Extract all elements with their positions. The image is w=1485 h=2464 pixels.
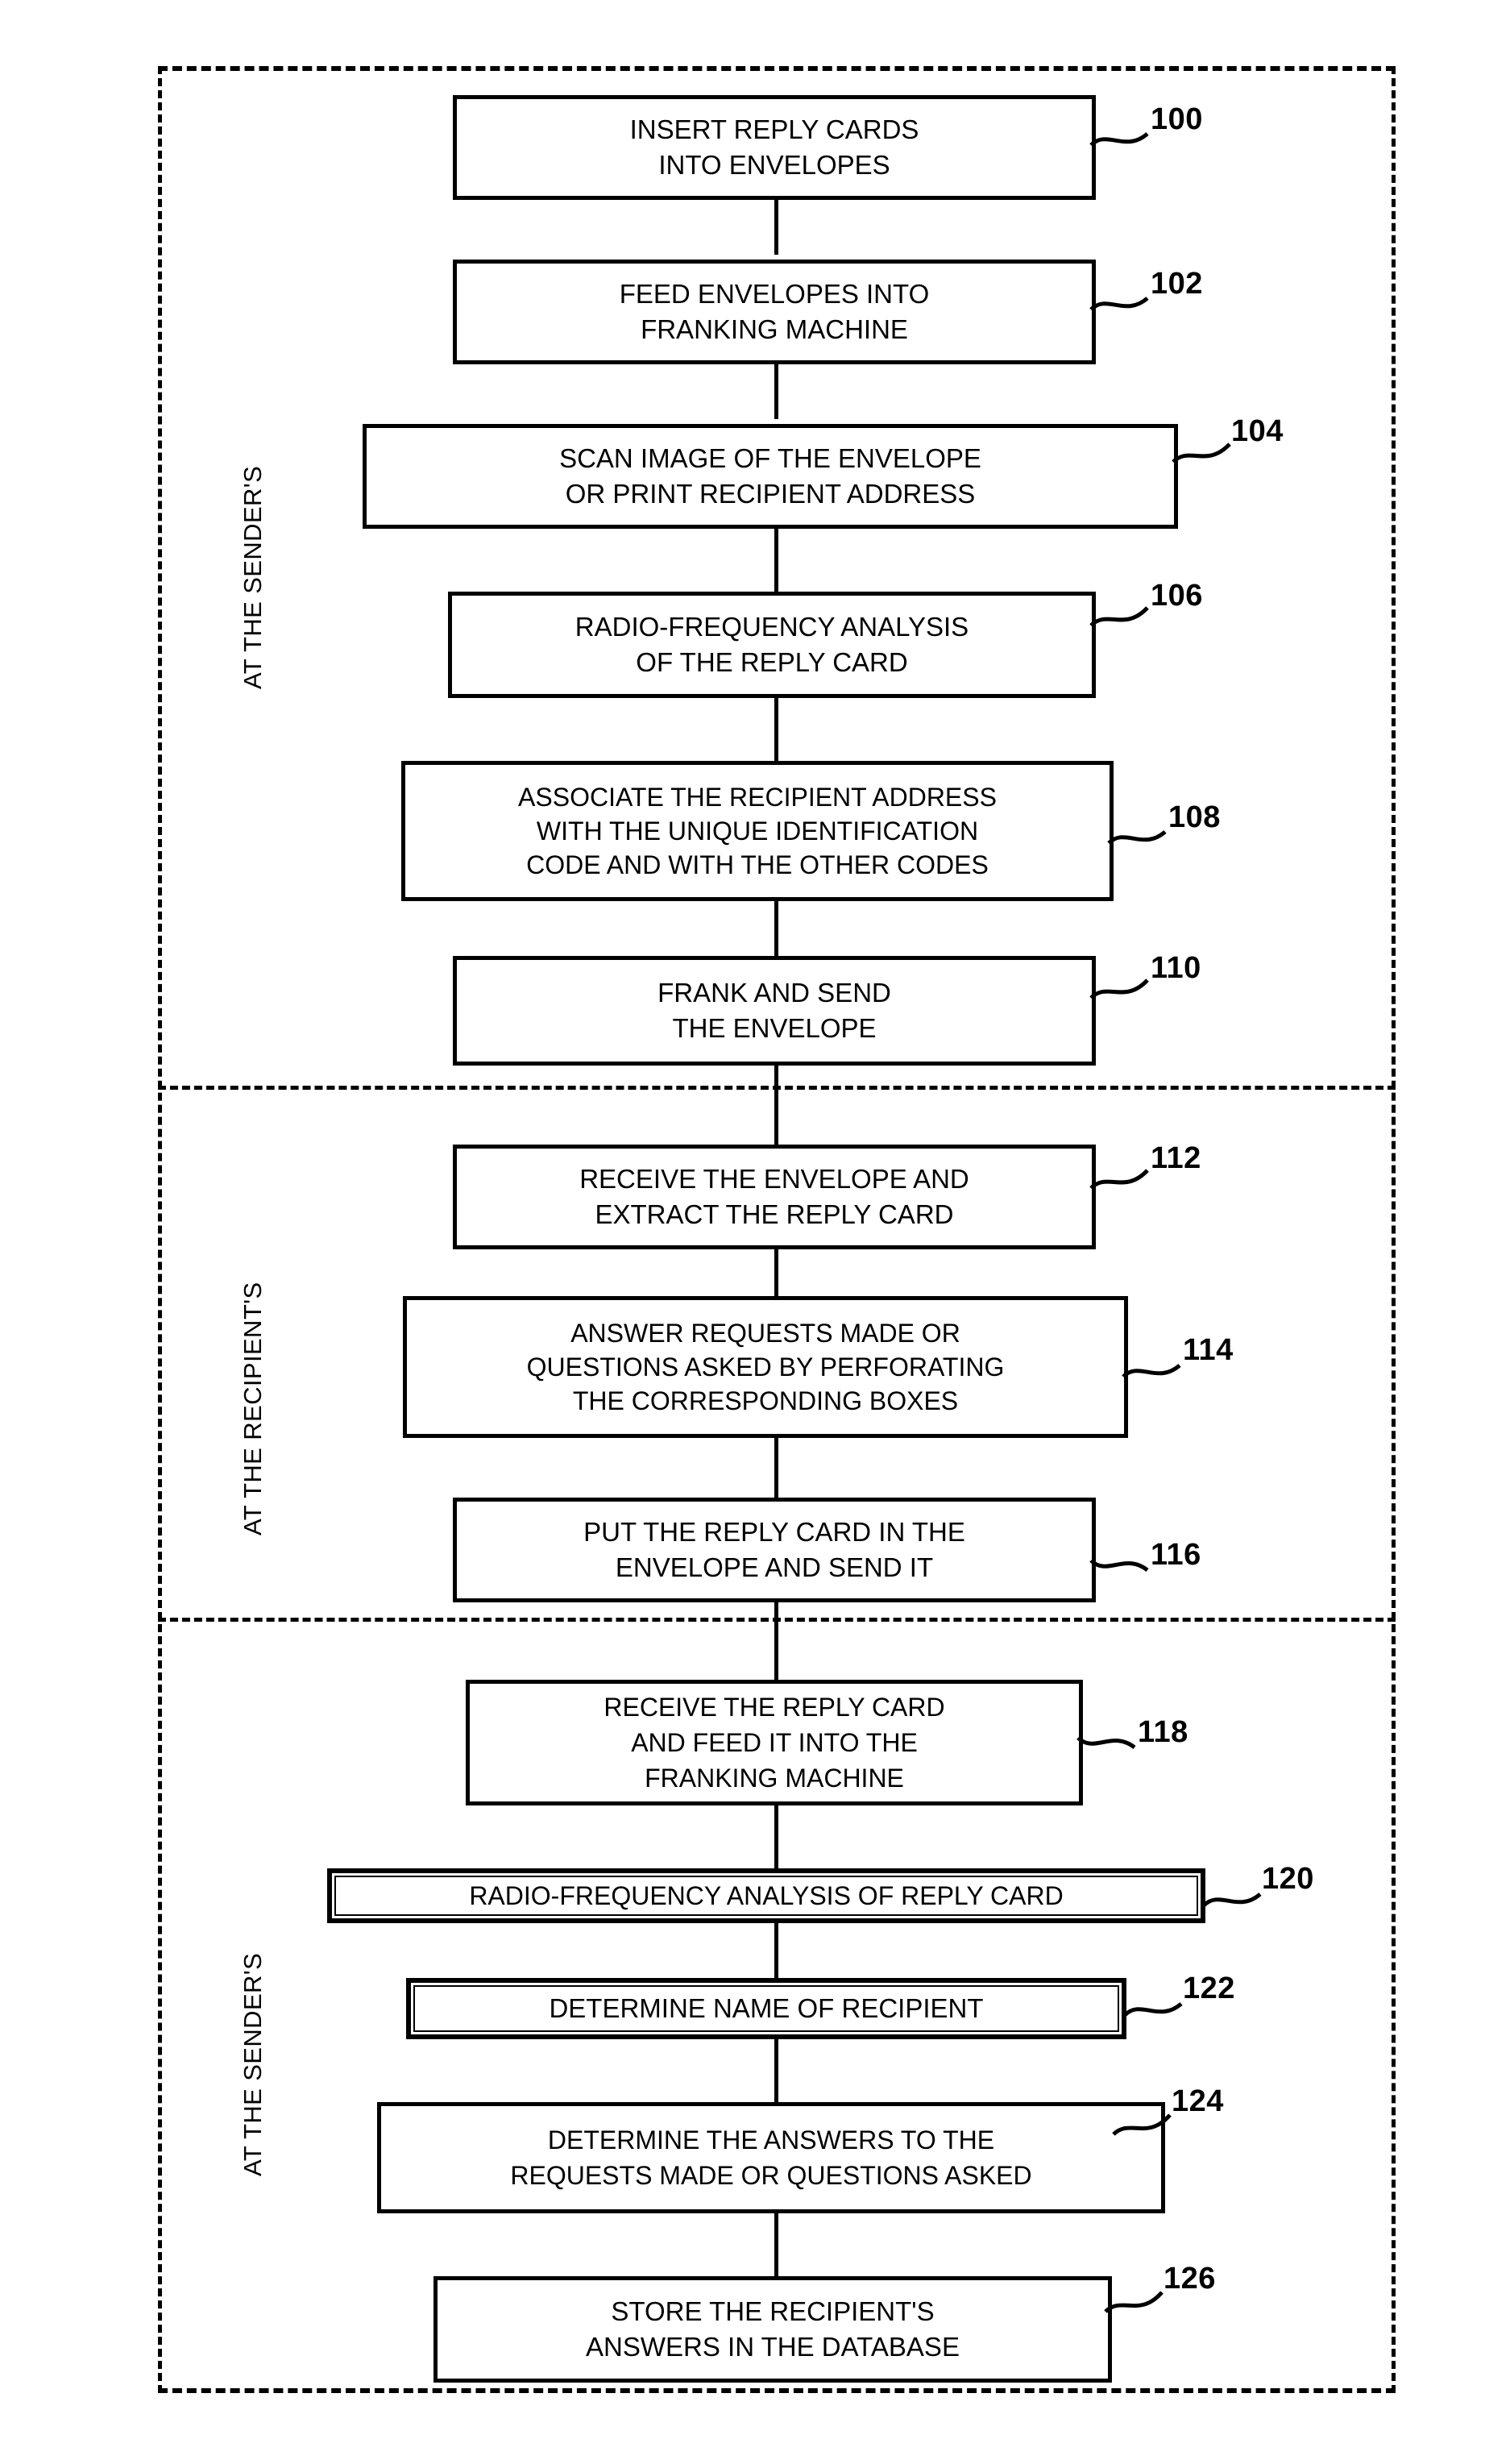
- process-box-receive-envelope[interactable]: RECEIVE THE ENVELOPE AND EXTRACT THE REP…: [453, 1145, 1096, 1249]
- node-line: THE CORRESPONDING BOXES: [572, 1386, 959, 1415]
- connector-124-126: [774, 2213, 778, 2276]
- process-box-rf-analysis-reply-card[interactable]: RADIO-FREQUENCY ANALYSIS OF THE REPLY CA…: [448, 592, 1096, 698]
- node-line: THE ENVELOPE: [672, 1013, 877, 1043]
- node-line: PUT THE REPLY CARD IN THE: [583, 1517, 965, 1547]
- connector-100-102: [774, 200, 778, 255]
- process-box-insert-reply-cards[interactable]: INSERT REPLY CARDS INTO ENVELOPES: [453, 95, 1096, 200]
- connector-120-122: [774, 1923, 778, 1978]
- node-line: FRANKING MACHINE: [641, 314, 908, 344]
- node-line: ASSOCIATE THE RECIPIENT ADDRESS: [518, 783, 997, 812]
- node-line: RADIO-FREQUENCY ANALYSIS OF REPLY CARD: [469, 1881, 1064, 1910]
- connector-122-124: [774, 2039, 778, 2102]
- process-box-store-answers[interactable]: STORE THE RECIPIENT'S ANSWERS IN THE DAT…: [433, 2276, 1112, 2383]
- reference-numeral-110: 110: [1151, 951, 1201, 985]
- reference-numeral-104: 104: [1231, 414, 1284, 448]
- node-line: CODE AND WITH THE OTHER CODES: [526, 850, 989, 879]
- node-line: INTO ENVELOPES: [658, 150, 890, 180]
- node-line: SCAN IMAGE OF THE ENVELOPE: [559, 443, 981, 473]
- node-line: REQUESTS MADE OR QUESTIONS ASKED: [510, 2161, 1032, 2190]
- connector-118-120: [774, 1805, 778, 1868]
- section-label-recipient: AT THE RECIPIENT'S: [239, 1282, 267, 1535]
- node-line: FRANKING MACHINE: [645, 1764, 904, 1793]
- node-line: DETERMINE THE ANSWERS TO THE: [547, 2125, 995, 2154]
- section-label-sender-1: AT THE SENDER'S: [239, 465, 267, 689]
- node-line: ENVELOPE AND SEND IT: [615, 1552, 934, 1582]
- process-box-associate-address[interactable]: ASSOCIATE THE RECIPIENT ADDRESS WITH THE…: [401, 761, 1114, 901]
- reference-numeral-106: 106: [1151, 579, 1203, 613]
- node-line: EXTRACT THE REPLY CARD: [595, 1199, 954, 1229]
- reference-numeral-122: 122: [1183, 1972, 1235, 2005]
- node-line: ANSWER REQUESTS MADE OR: [570, 1319, 960, 1348]
- node-line: RADIO-FREQUENCY ANALYSIS: [575, 612, 969, 642]
- node-line: DETERMINE NAME OF RECIPIENT: [549, 1993, 984, 2023]
- node-line: ANSWERS IN THE DATABASE: [586, 2332, 960, 2362]
- node-line: OF THE REPLY CARD: [636, 647, 908, 677]
- process-box-receive-reply-card[interactable]: RECEIVE THE REPLY CARD AND FEED IT INTO …: [466, 1680, 1083, 1805]
- reference-numeral-124: 124: [1172, 2084, 1224, 2118]
- flowchart-page: AT THE SENDER'S AT THE RECIPIENT'S AT TH…: [0, 0, 1485, 2464]
- process-box-determine-answers[interactable]: DETERMINE THE ANSWERS TO THE REQUESTS MA…: [377, 2102, 1165, 2213]
- connector-102-104: [774, 364, 778, 419]
- connector-114-116: [774, 1435, 778, 1498]
- reference-numeral-112: 112: [1151, 1141, 1201, 1175]
- process-box-scan-image[interactable]: SCAN IMAGE OF THE ENVELOPE OR PRINT RECI…: [363, 424, 1178, 529]
- node-line: OR PRINT RECIPIENT ADDRESS: [565, 479, 976, 509]
- reference-numeral-114: 114: [1183, 1333, 1234, 1367]
- reference-numeral-118: 118: [1138, 1715, 1188, 1749]
- process-box-answer-requests[interactable]: ANSWER REQUESTS MADE OR QUESTIONS ASKED …: [403, 1296, 1128, 1438]
- node-line: RECEIVE THE REPLY CARD: [604, 1693, 945, 1722]
- reference-numeral-120: 120: [1262, 1862, 1314, 1896]
- node-line: STORE THE RECIPIENT'S: [611, 2296, 935, 2326]
- section-label-sender-2: AT THE SENDER'S: [239, 1952, 267, 2176]
- connector-106-108: [774, 698, 778, 761]
- process-box-put-reply-card[interactable]: PUT THE REPLY CARD IN THE ENVELOPE AND S…: [453, 1498, 1096, 1602]
- reference-numeral-100: 100: [1151, 102, 1203, 136]
- connector-104-106: [774, 529, 778, 592]
- node-line: QUESTIONS ASKED BY PERFORATING: [526, 1352, 1005, 1382]
- process-box-determine-name[interactable]: DETERMINE NAME OF RECIPIENT: [406, 1978, 1126, 2039]
- connector-108-110: [774, 901, 778, 956]
- reference-numeral-108: 108: [1168, 800, 1221, 834]
- node-line: WITH THE UNIQUE IDENTIFICATION: [536, 816, 979, 846]
- node-line: INSERT REPLY CARDS: [629, 114, 919, 144]
- node-line: FEED ENVELOPES INTO: [619, 279, 930, 309]
- process-box-rf-analysis-of-reply-card[interactable]: RADIO-FREQUENCY ANALYSIS OF REPLY CARD: [327, 1868, 1205, 1923]
- reference-numeral-102: 102: [1151, 267, 1203, 301]
- node-line: FRANK AND SEND: [657, 978, 891, 1008]
- connector-116-118: [774, 1602, 778, 1680]
- node-line: AND FEED IT INTO THE: [631, 1728, 918, 1757]
- node-line: RECEIVE THE ENVELOPE AND: [579, 1164, 969, 1194]
- reference-numeral-126: 126: [1164, 2262, 1216, 2296]
- process-box-feed-envelopes[interactable]: FEED ENVELOPES INTO FRANKING MACHINE: [453, 260, 1096, 364]
- reference-numeral-116: 116: [1151, 1538, 1201, 1572]
- process-box-frank-and-send[interactable]: FRANK AND SEND THE ENVELOPE: [453, 956, 1096, 1066]
- connector-110-112: [774, 1066, 778, 1145]
